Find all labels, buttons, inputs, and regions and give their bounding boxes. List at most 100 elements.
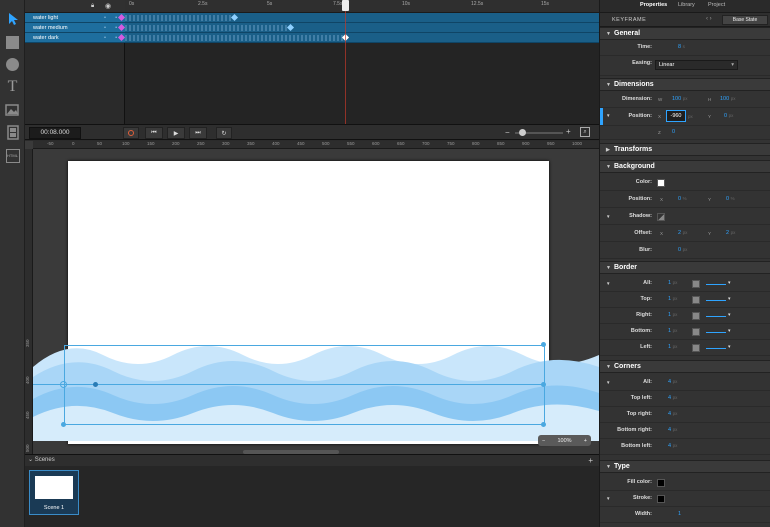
scenes-header[interactable]: ⌄ Scenes +	[25, 455, 599, 466]
playhead-handle[interactable]	[342, 0, 349, 11]
border-width-field[interactable]: 1 px	[668, 296, 677, 302]
slider-thumb[interactable]	[519, 129, 526, 136]
time-ruler[interactable]: 0s 2.5s 5s 7.5s 10s 12.5s 15s	[125, 0, 599, 13]
border-style-picker[interactable]	[706, 348, 726, 349]
layer-row[interactable]: water dark • •	[25, 33, 125, 43]
section-dimensions[interactable]: ▼ Dimensions	[600, 78, 770, 91]
corner-radius-field[interactable]: 4 px	[668, 379, 677, 385]
height-field[interactable]: 100 px	[720, 96, 735, 102]
ellipse-tool-icon[interactable]	[4, 56, 21, 73]
border-color-swatch[interactable]	[692, 328, 700, 336]
border-color-swatch[interactable]	[692, 312, 700, 320]
eye-icon[interactable]: ◉	[105, 2, 111, 10]
layer-row[interactable]: water medium • •	[25, 23, 125, 33]
selection-box[interactable]	[64, 345, 545, 425]
stroke-width-field[interactable]: 1	[678, 511, 681, 517]
chevron-down-icon[interactable]: ⌄	[28, 457, 35, 463]
border-style-picker[interactable]	[706, 332, 726, 333]
stage-zoom-control[interactable]: − 100% +	[538, 435, 591, 446]
border-style-picker[interactable]	[706, 300, 726, 301]
loop-icon[interactable]: ↻	[216, 127, 232, 139]
timeline-tracks[interactable]: 0s 2.5s 5s 7.5s 10s 12.5s 15s	[117, 0, 599, 124]
border-width-field[interactable]: 1 px	[668, 328, 677, 334]
border-width-field[interactable]: 1 px	[668, 280, 677, 286]
track-row[interactable]	[117, 23, 599, 33]
zoom-out-icon[interactable]: −	[542, 438, 545, 444]
state-arrows-icon[interactable]: ‹ ›	[706, 16, 712, 22]
zoom-out-icon[interactable]: −	[505, 128, 510, 137]
add-scene-icon[interactable]: +	[588, 455, 593, 466]
zoom-in-icon[interactable]: +	[566, 127, 571, 136]
base-state-dropdown[interactable]: Base State	[722, 15, 768, 25]
border-color-swatch[interactable]	[692, 280, 700, 288]
chevron-down-icon[interactable]: ▾	[728, 328, 731, 334]
track-row[interactable]	[117, 13, 599, 23]
stroke-color-swatch[interactable]	[657, 495, 665, 503]
origin-handle[interactable]	[60, 381, 67, 388]
chevron-down-icon[interactable]: ▾	[728, 312, 731, 318]
section-corners[interactable]: ▼ Corners	[600, 360, 770, 373]
border-color-swatch[interactable]	[692, 296, 700, 304]
position-x-field[interactable]: -960	[666, 110, 686, 122]
zoom-in-icon[interactable]: +	[584, 438, 587, 444]
section-type[interactable]: ▼ Type	[600, 460, 770, 473]
rectangle-tool-icon[interactable]	[4, 34, 21, 51]
easing-dropdown[interactable]: Linear ▾	[655, 60, 738, 70]
resize-handle[interactable]	[541, 422, 546, 427]
lock-icon[interactable]: 🔒︎	[91, 3, 94, 10]
blur-field[interactable]: 0 px	[678, 247, 687, 253]
chevron-down-icon[interactable]: ▼	[606, 281, 610, 286]
video-tool-icon[interactable]	[4, 124, 21, 141]
tab-properties[interactable]: Properties	[640, 2, 667, 8]
fit-zoom-icon[interactable]: ⌕	[580, 127, 590, 137]
go-to-start-icon[interactable]: ⏮	[145, 127, 163, 139]
chevron-down-icon[interactable]: ▾	[728, 280, 731, 286]
record-button[interactable]	[123, 127, 139, 139]
offset-x-field[interactable]: 2 px	[678, 230, 687, 236]
resize-handle[interactable]	[541, 382, 546, 387]
chevron-down-icon[interactable]: ▼	[606, 380, 610, 385]
time-field[interactable]: 8 s	[678, 44, 685, 50]
play-icon[interactable]: ▶	[167, 127, 185, 139]
bg-x-field[interactable]: 0 %	[678, 196, 687, 202]
border-style-picker[interactable]	[706, 284, 726, 285]
image-tool-icon[interactable]	[4, 101, 21, 118]
layer-row[interactable]: water light • •	[25, 13, 125, 23]
section-general[interactable]: ▼ General	[600, 27, 770, 40]
tab-project[interactable]: Project	[708, 2, 725, 8]
playhead-line[interactable]	[345, 0, 346, 124]
border-style-picker[interactable]	[706, 316, 726, 317]
shadow-color-swatch[interactable]	[657, 213, 665, 221]
chevron-down-icon[interactable]: ▾	[728, 344, 731, 350]
bg-y-field[interactable]: 0 %	[726, 196, 735, 202]
width-field[interactable]: 100 px	[672, 96, 687, 102]
corner-radius-field[interactable]: 4 px	[668, 411, 677, 417]
section-transforms[interactable]: ▶ Transforms	[600, 143, 770, 156]
fill-color-swatch[interactable]	[657, 479, 665, 487]
chevron-down-icon[interactable]: ▼	[606, 214, 610, 219]
scene-thumbnail[interactable]: Scene 1	[29, 470, 79, 515]
chevron-down-icon[interactable]: ▼	[606, 113, 610, 118]
corner-radius-field[interactable]: 4 px	[668, 427, 677, 433]
tab-library[interactable]: Library	[678, 2, 695, 8]
tween-bar[interactable]	[125, 35, 344, 41]
section-background[interactable]: ▼ Background	[600, 160, 770, 173]
html-widget-icon[interactable]: HTML	[4, 147, 21, 164]
corner-radius-field[interactable]: 4 px	[668, 443, 677, 449]
tween-bar[interactable]	[125, 15, 233, 21]
scene-editor[interactable]: -50 0 50 100 150 200 250 300 350 400 450…	[25, 141, 599, 454]
current-time-field[interactable]: 00:08.000	[29, 127, 81, 139]
corner-radius-field[interactable]: 4 px	[668, 395, 677, 401]
resize-handle[interactable]	[61, 422, 66, 427]
arrow-select-icon[interactable]	[4, 10, 21, 27]
chevron-down-icon[interactable]: ▾	[728, 296, 731, 302]
offset-y-field[interactable]: 2 px	[726, 230, 735, 236]
go-to-end-icon[interactable]: ⏭	[189, 127, 207, 139]
timeline-zoom-slider[interactable]	[515, 129, 563, 136]
resize-handle[interactable]	[541, 342, 546, 347]
border-color-swatch[interactable]	[692, 344, 700, 352]
path-point[interactable]	[93, 382, 98, 387]
text-tool-icon[interactable]: T	[4, 78, 21, 95]
z-field[interactable]: 0	[672, 129, 675, 135]
tween-bar[interactable]	[125, 25, 289, 31]
